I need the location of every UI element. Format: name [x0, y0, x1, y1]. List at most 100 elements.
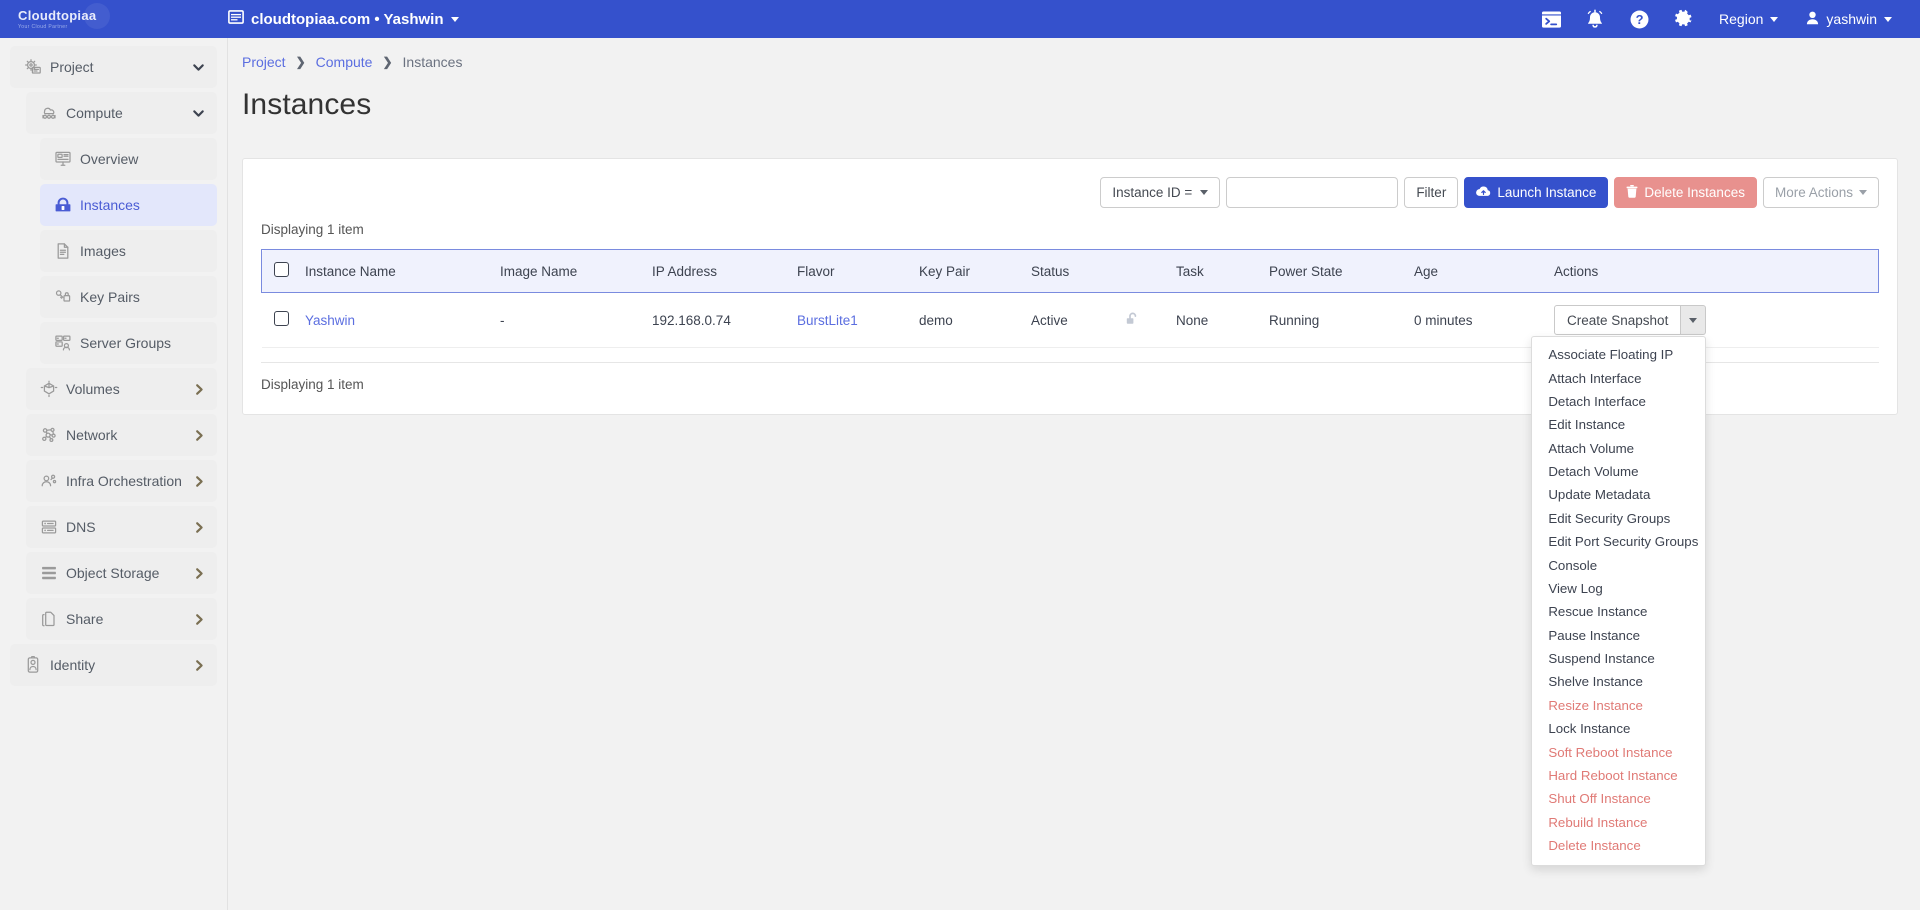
- network-icon: [40, 426, 66, 444]
- project-context-switcher[interactable]: cloudtopiaa.com • Yashwin: [228, 10, 459, 28]
- user-icon: [1806, 11, 1819, 28]
- column-header-ip-address[interactable]: IP Address: [644, 250, 789, 293]
- action-menu-item-lock-instance[interactable]: Lock Instance: [1532, 717, 1705, 740]
- bell-icon[interactable]: [1573, 0, 1617, 38]
- row-actions-toggle[interactable]: [1681, 305, 1706, 335]
- column-header-key-pair[interactable]: Key Pair: [911, 250, 1023, 293]
- brand-logo[interactable]: Cloudtopiaa Your Cloud Partner: [0, 0, 228, 38]
- unlock-icon: [1126, 312, 1139, 329]
- sidebar-item-object-storage[interactable]: Object Storage: [26, 552, 217, 594]
- action-menu-item-pause-instance[interactable]: Pause Instance: [1532, 624, 1705, 647]
- sidebar-item-volumes[interactable]: Volumes: [26, 368, 217, 410]
- servergroups-icon: [54, 334, 80, 352]
- action-menu-item-attach-interface[interactable]: Attach Interface: [1532, 366, 1705, 389]
- sidebar-item-key-pairs[interactable]: Key Pairs: [40, 276, 217, 318]
- sidebar-item-share[interactable]: Share: [26, 598, 217, 640]
- instance-name-link[interactable]: Yashwin: [305, 313, 355, 328]
- column-header-image-name[interactable]: Image Name: [492, 250, 644, 293]
- delete-instances-label: Delete Instances: [1644, 185, 1745, 200]
- table-head: Instance Name Image Name IP Address Flav…: [262, 250, 1879, 293]
- action-menu-item-rescue-instance[interactable]: Rescue Instance: [1532, 600, 1705, 623]
- user-menu[interactable]: yashwin: [1792, 0, 1906, 38]
- search-input[interactable]: [1226, 177, 1398, 208]
- gear-icon[interactable]: [1661, 0, 1705, 38]
- chevron-right-icon: [194, 383, 205, 396]
- create-snapshot-button[interactable]: Create Snapshot: [1554, 305, 1681, 335]
- action-menu-item-attach-volume[interactable]: Attach Volume: [1532, 437, 1705, 460]
- trash-icon: [1626, 185, 1638, 201]
- action-menu-item-update-metadata[interactable]: Update Metadata: [1532, 483, 1705, 506]
- cell-age: 0 minutes: [1406, 293, 1546, 348]
- action-menu-item-associate-floating-ip[interactable]: Associate Floating IP: [1532, 343, 1705, 366]
- sidebar-navigation: ProjectCompute Overview Instances ImagesKey…: [0, 38, 228, 910]
- action-menu-item-suspend-instance[interactable]: Suspend Instance: [1532, 647, 1705, 670]
- filter-button[interactable]: Filter: [1404, 177, 1458, 208]
- action-menu-item-shelve-instance[interactable]: Shelve Instance: [1532, 670, 1705, 693]
- action-menu-item-detach-volume[interactable]: Detach Volume: [1532, 460, 1705, 483]
- chevron-down-icon: [1859, 190, 1867, 195]
- sidebar-item-project[interactable]: Project: [10, 46, 217, 88]
- console-icon[interactable]: [1529, 0, 1573, 38]
- sidebar-item-images[interactable]: Images: [40, 230, 217, 272]
- sidebar-item-label: Overview: [80, 151, 205, 167]
- cell-task: None: [1168, 293, 1261, 348]
- column-header-task[interactable]: Task: [1168, 250, 1261, 293]
- row-checkbox[interactable]: [274, 311, 289, 326]
- action-menu-item-rebuild-instance[interactable]: Rebuild Instance: [1532, 811, 1705, 834]
- overview-icon: [54, 150, 80, 168]
- cell-key-pair: demo: [911, 293, 1023, 348]
- action-menu-item-shut-off-instance[interactable]: Shut Off Instance: [1532, 787, 1705, 810]
- share-icon: [40, 610, 66, 628]
- help-icon[interactable]: ?: [1617, 0, 1661, 38]
- flavor-link[interactable]: BurstLite1: [797, 313, 858, 328]
- instances-panel: Instance ID = Filter Launch Instance: [242, 158, 1898, 415]
- region-label: Region: [1719, 11, 1763, 27]
- sidebar-item-compute[interactable]: Compute: [26, 92, 217, 134]
- compute-icon: [40, 104, 66, 122]
- action-menu-item-delete-instance[interactable]: Delete Instance: [1532, 834, 1705, 857]
- sidebar-item-dns[interactable]: DNS: [26, 506, 217, 548]
- table-header-row: Instance Name Image Name IP Address Flav…: [262, 250, 1879, 293]
- action-menu-item-resize-instance[interactable]: Resize Instance: [1532, 694, 1705, 717]
- column-header-age[interactable]: Age: [1406, 250, 1546, 293]
- chevron-down-icon: [1200, 190, 1208, 195]
- action-menu-item-console[interactable]: Console: [1532, 553, 1705, 576]
- action-menu-item-edit-port-security-groups[interactable]: Edit Port Security Groups: [1532, 530, 1705, 553]
- breadcrumb-item-instances: Instances: [403, 54, 463, 70]
- delete-instances-button[interactable]: Delete Instances: [1614, 177, 1757, 208]
- sidebar-item-network[interactable]: Network: [26, 414, 217, 456]
- filter-field-select[interactable]: Instance ID =: [1100, 177, 1220, 208]
- sidebar-item-infra-orchestration[interactable]: Infra Orchestration: [26, 460, 217, 502]
- row-actions-split-button: Create Snapshot Associate Floating IPAtt…: [1554, 305, 1706, 335]
- column-header-flavor[interactable]: Flavor: [789, 250, 911, 293]
- action-menu-item-edit-instance[interactable]: Edit Instance: [1532, 413, 1705, 436]
- action-menu-item-view-log[interactable]: View Log: [1532, 577, 1705, 600]
- top-navigation-bar: Cloudtopiaa Your Cloud Partner cloudtopi…: [0, 0, 1920, 38]
- breadcrumb-item-project[interactable]: Project: [242, 54, 286, 70]
- brand-tagline: Your Cloud Partner: [18, 24, 96, 30]
- sidebar-item-server-groups[interactable]: Server Groups: [40, 322, 217, 364]
- column-header-instance-name[interactable]: Instance Name: [297, 250, 492, 293]
- select-all-checkbox[interactable]: [274, 262, 289, 277]
- region-selector[interactable]: Region: [1705, 0, 1792, 38]
- chevron-down-icon: [192, 108, 205, 119]
- breadcrumb-item-compute[interactable]: Compute: [316, 54, 373, 70]
- sidebar-item-instances[interactable]: Instances: [40, 184, 217, 226]
- chevron-right-icon: [194, 475, 205, 488]
- action-menu-item-edit-security-groups[interactable]: Edit Security Groups: [1532, 507, 1705, 530]
- row-actions-dropdown-menu: Associate Floating IPAttach InterfaceDet…: [1531, 336, 1706, 866]
- cell-image-name: -: [492, 293, 644, 348]
- action-menu-item-soft-reboot-instance[interactable]: Soft Reboot Instance: [1532, 740, 1705, 763]
- column-header-power-state[interactable]: Power State: [1261, 250, 1406, 293]
- column-header-status[interactable]: Status: [1023, 250, 1168, 293]
- breadcrumb: Project ❯ Compute ❯ Instances: [242, 38, 1898, 76]
- sidebar-item-label: Share: [66, 611, 194, 627]
- sidebar-item-overview[interactable]: Overview: [40, 138, 217, 180]
- launch-instance-button[interactable]: Launch Instance: [1464, 177, 1608, 208]
- action-menu-item-detach-interface[interactable]: Detach Interface: [1532, 390, 1705, 413]
- more-actions-button[interactable]: More Actions: [1763, 177, 1879, 208]
- sidebar-item-label: Instances: [80, 197, 205, 213]
- logo-blob-decoration: [84, 3, 110, 29]
- action-menu-item-hard-reboot-instance[interactable]: Hard Reboot Instance: [1532, 764, 1705, 787]
- sidebar-item-identity[interactable]: Identity: [10, 644, 217, 686]
